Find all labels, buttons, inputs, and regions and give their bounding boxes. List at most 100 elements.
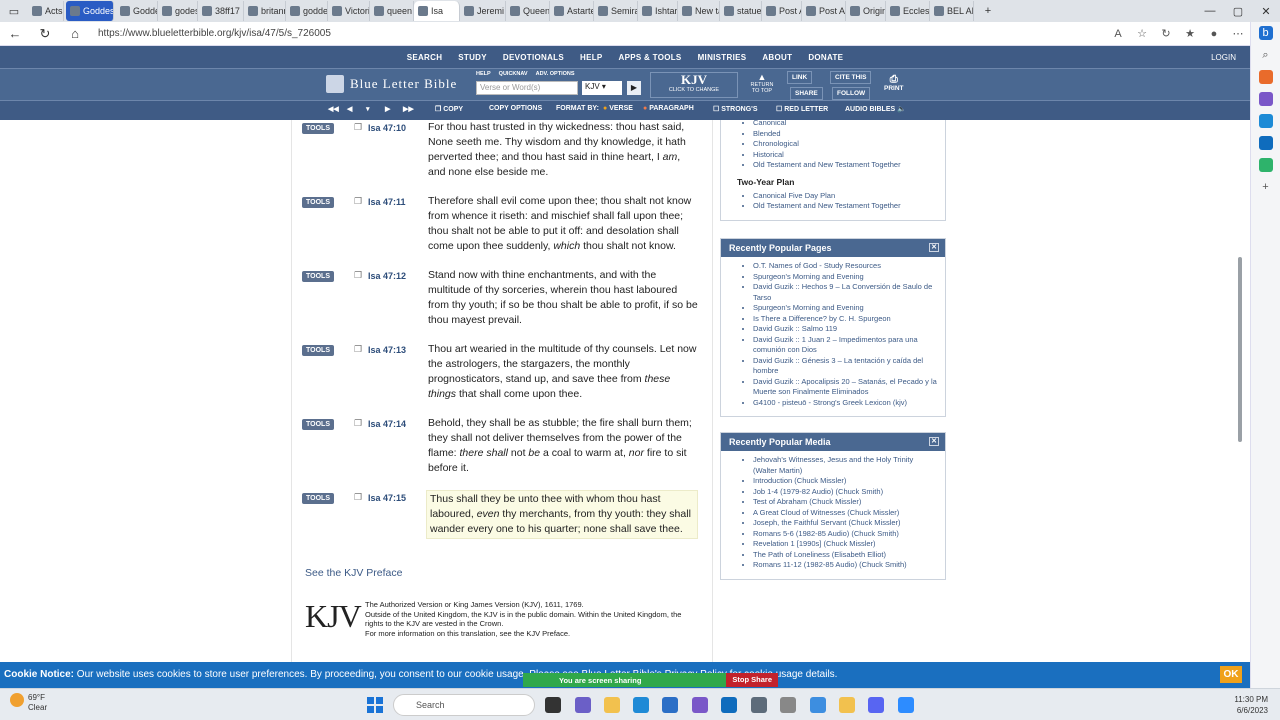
list-item[interactable]: Revelation 1 [1990s] (Chuck Missler)	[753, 539, 937, 550]
browser-tab[interactable]: 38ff17	[198, 1, 244, 21]
bing-icon[interactable]: b	[1258, 26, 1273, 40]
weather-widget[interactable]: 69°F Clear	[10, 693, 47, 713]
nav-search[interactable]: SEARCH	[399, 53, 451, 62]
browser-tab[interactable]: Origin	[846, 1, 886, 21]
tools-icon[interactable]	[1258, 92, 1273, 106]
format-verse-radio[interactable]: ● VERSE	[603, 105, 633, 112]
nav-apps-tools[interactable]: APPS & TOOLS	[611, 53, 690, 62]
stop-share-button[interactable]: Stop Share	[726, 673, 778, 687]
list-item[interactable]: Historical	[753, 150, 937, 161]
verse-reference[interactable]: Isa 47:14	[368, 419, 406, 429]
new-tab-button[interactable]: +	[974, 5, 1002, 17]
window-menu-icon[interactable]: ▭	[0, 5, 28, 18]
share-button[interactable]: SHARE	[790, 87, 823, 100]
shopping-icon[interactable]	[1258, 70, 1273, 84]
last-chapter-icon[interactable]: ▶▶	[403, 105, 414, 113]
app-icon[interactable]	[692, 697, 708, 713]
list-item[interactable]: Romans 11-12 (1982-85 Audio) (Chuck Smit…	[753, 560, 937, 571]
verse-reference[interactable]: Isa 47:12	[368, 271, 406, 281]
zoom-icon[interactable]	[898, 697, 914, 713]
link-button[interactable]: LINK	[787, 71, 813, 84]
tools-button[interactable]: TOOLS	[302, 345, 334, 356]
logo[interactable]: Blue Letter Bible	[326, 75, 457, 93]
minimize-button[interactable]: —	[1196, 5, 1224, 17]
list-item[interactable]: The Path of Loneliness (Elisabeth Elliot…	[753, 550, 937, 561]
search-input[interactable]: Verse or Word(s)	[476, 81, 578, 95]
verse-reference[interactable]: Isa 47:11	[368, 197, 406, 207]
list-item[interactable]: Spurgeon's Morning and Evening	[753, 303, 937, 314]
browser-tab[interactable]: Queen	[506, 1, 550, 21]
favorites-icon[interactable]: ★	[1178, 27, 1202, 40]
nav-study[interactable]: STUDY	[450, 53, 495, 62]
nav-help[interactable]: HELP	[572, 53, 611, 62]
clock[interactable]: 11:30 PM 6/6/2023	[1234, 694, 1268, 716]
list-item[interactable]: Canonical	[753, 120, 937, 129]
format-paragraph-radio[interactable]: ● PARAGRAPH	[643, 105, 694, 112]
read-aloud-icon[interactable]: A	[1106, 28, 1130, 40]
nav-donate[interactable]: DONATE	[800, 53, 851, 62]
close-icon[interactable]: ✕	[929, 243, 939, 252]
back-button[interactable]: ←	[0, 26, 30, 41]
browser-tab[interactable]: godes	[158, 1, 198, 21]
browser-tab[interactable]: Ishtar	[638, 1, 678, 21]
strongs-toggle[interactable]: ☐ STRONG'S	[713, 105, 758, 113]
norton-icon[interactable]	[839, 697, 855, 713]
prev-chapter-icon[interactable]: ◀	[347, 105, 352, 113]
next-chapter-icon[interactable]: ▶	[385, 105, 390, 113]
add-icon[interactable]: +	[1259, 180, 1273, 194]
store-icon[interactable]	[662, 697, 678, 713]
tools-button[interactable]: TOOLS	[302, 271, 334, 282]
more-icon[interactable]: ⋯	[1226, 27, 1250, 40]
browser-tab[interactable]: Astarte	[550, 1, 594, 21]
list-item[interactable]: Old Testament and New Testament Together	[753, 201, 937, 212]
search-icon[interactable]: ⌕	[1259, 48, 1273, 62]
copy-verse-icon[interactable]: ❐	[354, 270, 362, 281]
list-item[interactable]: David Guzik :: Génesis 3 – La tentación …	[753, 356, 937, 377]
tools-button[interactable]: TOOLS	[302, 493, 334, 504]
close-icon[interactable]: ✕	[929, 437, 939, 446]
return-to-top[interactable]: ▲ RETURN TO TOP	[748, 72, 776, 94]
browser-tab[interactable]: britann	[244, 1, 286, 21]
cookie-ok-button[interactable]: OK	[1220, 666, 1242, 683]
chapter-select-icon[interactable]: ▾	[366, 105, 370, 113]
drop-icon[interactable]	[1258, 158, 1273, 172]
nav-devotionals[interactable]: DEVOTIONALS	[495, 53, 572, 62]
outlook-icon[interactable]	[1258, 136, 1273, 150]
list-item[interactable]: Introduction (Chuck Missler)	[753, 476, 937, 487]
adv-options-link[interactable]: ADV. OPTIONS	[536, 71, 575, 77]
browser-tab[interactable]: BEL AN	[930, 1, 974, 21]
browser-tab[interactable]: Victori	[328, 1, 370, 21]
list-item[interactable]: David Guzik :: Salmo 119	[753, 324, 937, 335]
list-item[interactable]: Joseph, the Faithful Servant (Chuck Miss…	[753, 518, 937, 529]
explorer-icon[interactable]	[604, 697, 620, 713]
nav-about[interactable]: ABOUT	[754, 53, 800, 62]
chat-icon[interactable]	[575, 697, 591, 713]
maximize-button[interactable]: ▢	[1224, 5, 1252, 18]
list-item[interactable]: Test of Abraham (Chuck Missler)	[753, 497, 937, 508]
task-view-icon[interactable]	[545, 697, 561, 713]
version-select[interactable]: KJV ▾	[582, 81, 622, 95]
copy-verse-icon[interactable]: ❐	[354, 196, 362, 207]
go-button[interactable]: ▶	[627, 81, 641, 95]
copy-options-button[interactable]: COPY OPTIONS	[489, 105, 542, 112]
browser-tab[interactable]: Eccles	[886, 1, 930, 21]
browser-tab[interactable]: statue	[720, 1, 762, 21]
help-link[interactable]: HELP	[476, 71, 491, 77]
list-item[interactable]: O.T. Names of God - Study Resources	[753, 261, 937, 272]
scrollbar[interactable]	[1238, 257, 1242, 442]
copy-verse-icon[interactable]: ❐	[354, 344, 362, 355]
list-item[interactable]: Blended	[753, 129, 937, 140]
browser-tab[interactable]: Acts 17	[28, 1, 64, 21]
home-button[interactable]: ⌂	[60, 26, 90, 41]
browser-tab[interactable]: queen	[370, 1, 414, 21]
version-switch[interactable]: KJV CLICK TO CHANGE	[650, 72, 738, 98]
list-item[interactable]: G4100 - pisteuō - Strong's Greek Lexicon…	[753, 398, 937, 409]
browser-tab[interactable]: godde	[286, 1, 328, 21]
list-item[interactable]: A Great Cloud of Witnesses (Chuck Missle…	[753, 508, 937, 519]
settings-icon[interactable]	[751, 697, 767, 713]
copy-verse-icon[interactable]: ❐	[354, 122, 362, 133]
kjv-preface-link[interactable]: See the KJV Preface	[305, 567, 402, 579]
audio-bibles-button[interactable]: AUDIO BIBLES 🔈	[845, 105, 906, 113]
favorite-icon[interactable]: ☆	[1130, 27, 1154, 40]
verse-reference[interactable]: Isa 47:10	[368, 123, 406, 133]
